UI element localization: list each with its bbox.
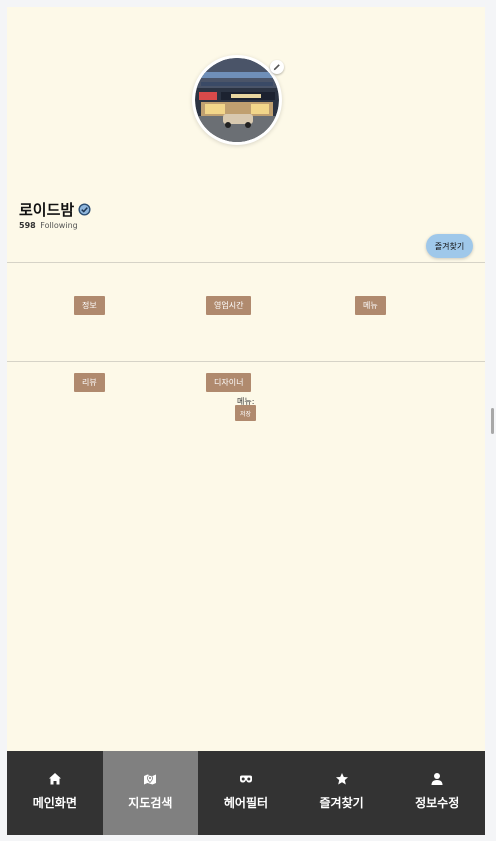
profile-avatar[interactable] (192, 55, 282, 145)
tab-review[interactable]: 리뷰 (74, 373, 105, 392)
nav-label: 즐겨찾기 (319, 796, 364, 810)
following-count: 598 Following (19, 221, 78, 230)
star-icon (335, 773, 348, 785)
pencil-icon (273, 64, 280, 71)
nav-item-main[interactable]: 메인화면 (7, 751, 103, 835)
home-icon (48, 773, 61, 785)
favorite-button[interactable]: 즐겨찾기 (426, 234, 473, 258)
mask-icon (239, 775, 252, 783)
following-number: 598 (19, 221, 36, 230)
profile-name: 로이드밤 (19, 201, 75, 219)
nav-item-favorites[interactable]: 즐겨찾기 (294, 751, 390, 835)
tab-hours[interactable]: 영업시간 (206, 296, 252, 315)
nav-item-hair-filter[interactable]: 헤어필터 (198, 751, 294, 835)
verified-icon (78, 203, 91, 216)
storefront-photo (195, 58, 279, 142)
nav-item-map-search[interactable]: 지도검색 (102, 751, 199, 835)
tab-info[interactable]: 정보 (74, 296, 105, 315)
profile-name-row: 로이드밤 (19, 199, 91, 220)
nav-item-edit-profile[interactable]: 정보수정 (389, 751, 485, 835)
save-button[interactable]: 저장 (235, 405, 256, 421)
nav-label: 정보수정 (415, 796, 460, 810)
divider (7, 361, 485, 362)
scrollbar-thumb[interactable] (491, 408, 494, 434)
edit-photo-button[interactable] (270, 60, 284, 74)
app-frame: 로이드밤 598 Following 즐겨찾기 정보 영업시간 메뉴 리뷰 디자… (7, 7, 485, 835)
tab-designer[interactable]: 디자이너 (206, 373, 252, 392)
bottom-nav: 메인화면 지도검색 헤어필터 즐겨찾기 정보수정 (7, 751, 485, 835)
tab-menu[interactable]: 메뉴 (355, 296, 386, 315)
nav-label: 헤어필터 (223, 796, 269, 810)
user-icon (431, 773, 443, 785)
map-icon (144, 774, 157, 785)
divider (7, 262, 485, 263)
nav-label: 메인화면 (32, 796, 77, 810)
following-label: Following (40, 221, 78, 230)
nav-label: 지도검색 (128, 796, 173, 810)
